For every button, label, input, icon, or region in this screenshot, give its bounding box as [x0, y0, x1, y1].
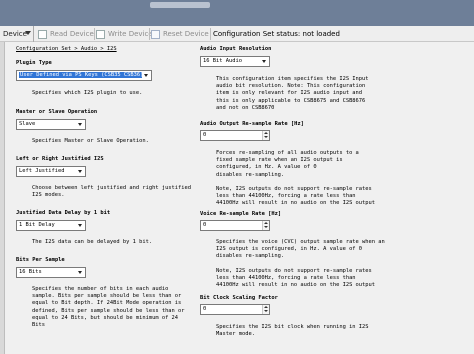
toolbar-divider: [149, 28, 150, 40]
status-value: not loaded: [302, 30, 340, 38]
clock-scaling-description: Specifies the I2S bit clock when running…: [216, 324, 369, 338]
read-icon: [38, 29, 47, 39]
breadcrumb: Configuration Set > Audio > I2S: [16, 46, 117, 52]
chevron-down-icon: [142, 71, 151, 80]
reset-icon: [151, 29, 160, 39]
master-slave-description: Specifies Master or Slave Operation.: [32, 138, 149, 144]
output-resample-description: Forces re-sampling of all audio outputs …: [216, 150, 376, 207]
voice-resample-description: Specifies the voice (CVC) output sample …: [216, 239, 385, 289]
clock-scaling-label: Bit Clock Scaling Factor: [200, 295, 278, 301]
input-resolution-label: Audio Input Resolution: [200, 46, 272, 52]
plugin-type-value: User Defined via PS Keys (CSB35 CSB36): [19, 72, 145, 78]
plugin-type-label: Plugin Type: [16, 60, 52, 66]
input-resolution-description: This configuration item specifies the I2…: [216, 76, 369, 111]
reset-device-button[interactable]: Reset Device: [151, 26, 209, 42]
config-status: Configuration Set status: not loaded: [213, 26, 340, 42]
voice-resample-value: 0: [203, 222, 207, 228]
input-resolution-select[interactable]: 16 Bit Audio: [200, 56, 270, 67]
master-slave-select[interactable]: Slave: [16, 119, 86, 130]
data-delay-label: Justified Data Delay by 1 bit: [16, 210, 111, 216]
justified-value: Left Justified: [19, 168, 65, 174]
spinner-arrows-icon[interactable]: [262, 305, 269, 314]
plugin-type-select[interactable]: User Defined via PS Keys (CSB35 CSB36): [16, 70, 152, 81]
spinner-arrows-icon[interactable]: [262, 221, 269, 230]
spinner-arrows-icon[interactable]: [262, 131, 269, 140]
title-bar: [0, 0, 474, 26]
write-device-button[interactable]: Write Device: [96, 26, 153, 42]
justified-label: Left or Right Justified I2S: [16, 156, 104, 162]
input-resolution-value: 16 Bit Audio: [203, 58, 242, 64]
justified-description: Choose between left justified and right …: [32, 185, 192, 199]
write-device-label: Write Device: [108, 30, 153, 38]
bits-per-sample-value: 16 Bits: [19, 269, 42, 275]
toolbar-divider: [210, 28, 211, 40]
output-resample-label: Audio Output Re-sample Rate [Hz]: [200, 121, 304, 127]
data-delay-select[interactable]: 1 Bit Delay: [16, 220, 86, 231]
blurred-title: [150, 2, 210, 8]
master-slave-label: Master or Slave Operation: [16, 109, 98, 115]
device-selector[interactable]: Device: [0, 26, 34, 42]
data-delay-value: 1 Bit Delay: [19, 222, 55, 228]
chevron-down-icon: [25, 31, 31, 35]
write-icon: [96, 29, 105, 39]
chevron-down-icon: [260, 57, 269, 66]
output-resample-value: 0: [203, 132, 207, 138]
data-delay-description: The I2S data can be delayed by 1 bit.: [32, 239, 153, 245]
config-panel: Configuration Set > Audio > I2S Plugin T…: [5, 43, 474, 354]
chevron-down-icon: [76, 167, 85, 176]
reset-device-label: Reset Device: [163, 30, 209, 38]
bits-per-sample-select[interactable]: 16 Bits: [16, 267, 86, 278]
plugin-type-description: Specifies which I2S plugin to use.: [32, 90, 143, 96]
output-resample-input[interactable]: 0: [200, 130, 270, 141]
clock-scaling-value: 0: [203, 306, 207, 312]
master-slave-value: Slave: [19, 121, 36, 127]
chevron-down-icon: [76, 268, 85, 277]
clock-scaling-input[interactable]: 0: [200, 304, 270, 315]
voice-resample-label: Voice Re-sample Rate [Hz]: [200, 211, 282, 217]
voice-resample-input[interactable]: 0: [200, 220, 270, 231]
toolbar: Device Read Device Write Device Reset De…: [0, 26, 474, 42]
chevron-down-icon: [76, 120, 85, 129]
bits-per-sample-description: Specifies the number of bits in each aud…: [32, 286, 185, 329]
chevron-down-icon: [76, 221, 85, 230]
read-device-label: Read Device: [50, 30, 94, 38]
status-label: Configuration Set status:: [213, 30, 301, 38]
device-label: Device: [3, 30, 27, 38]
read-device-button[interactable]: Read Device: [38, 26, 94, 42]
toolbar-divider: [94, 28, 95, 40]
bits-per-sample-label: Bits Per Sample: [16, 257, 65, 263]
justified-select[interactable]: Left Justified: [16, 166, 86, 177]
